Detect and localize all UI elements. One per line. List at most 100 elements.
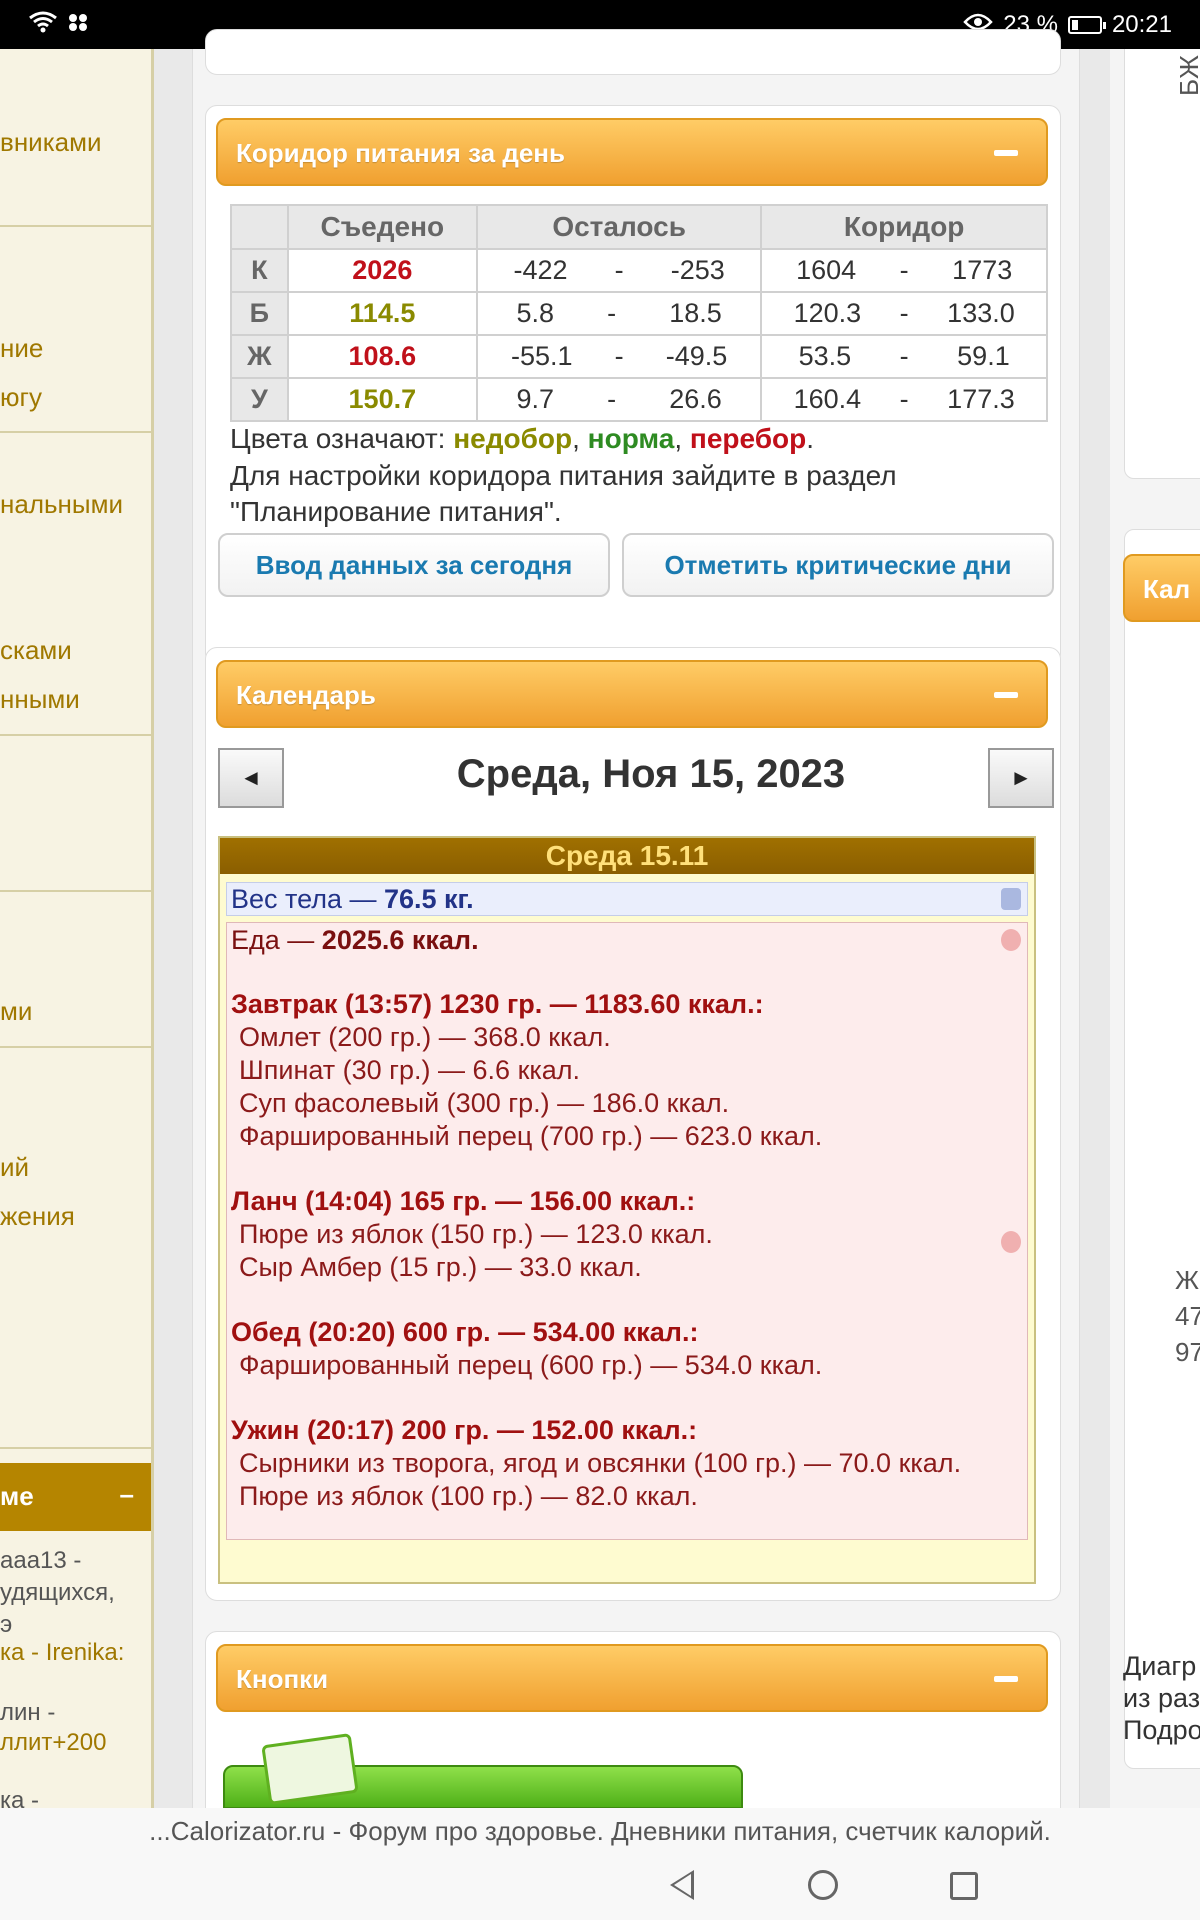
sidebar-link[interactable]: жения xyxy=(0,1201,75,1232)
right-column: БЖ Кал Жи 47. 97 Диагр из раз Подро xyxy=(1110,49,1200,1809)
sidebar-link[interactable]: ние xyxy=(0,333,43,364)
calendar-panel-header[interactable]: Календарь xyxy=(216,660,1048,728)
eaten-value: 114.5 xyxy=(286,291,478,336)
sidebar-link[interactable]: югу xyxy=(0,382,42,413)
corridor-panel: Коридор питания за день Съедено Осталось… xyxy=(205,105,1061,665)
mark-critical-days-button[interactable]: Отметить критические дни xyxy=(622,533,1054,597)
collapse-icon[interactable] xyxy=(994,1676,1018,1682)
meal-item: Пюре из яблок (150 гр.) — 123.0 ккал. xyxy=(239,1219,713,1249)
feed-item[interactable]: ка - Irenika: xyxy=(0,1639,124,1667)
next-day-button[interactable]: ► xyxy=(988,748,1054,808)
table-header: Коридор xyxy=(760,204,1048,250)
sidebar-section-title: ме xyxy=(0,1481,34,1511)
apple-icon[interactable] xyxy=(1001,1231,1021,1253)
remaining-range: 5.8 - 18.5 xyxy=(475,291,763,336)
vertical-label: БЖ xyxy=(1174,54,1200,97)
food-total: 2025.6 ккал. xyxy=(321,925,479,955)
recent-apps-icon[interactable] xyxy=(950,1872,978,1900)
corridor-min: 160.4 xyxy=(793,384,862,414)
color-legend: Цвета означают: недобор, норма, перебор. xyxy=(230,423,814,455)
remaining-range: -422 - -253 xyxy=(475,248,763,293)
collapse-icon[interactable]: – xyxy=(120,1479,134,1510)
sidebar-link[interactable]: ий xyxy=(0,1152,29,1183)
system-nav-bar xyxy=(0,1860,1200,1920)
corridor-table: Съедено Осталось Коридор К 2026 -422 - -253 1… xyxy=(230,204,1048,422)
food-log: Еда — 2025.6 ккал. Завтрак (13:57) 1230 … xyxy=(226,922,1028,1540)
meal-item: Фаршированный перец (700 гр.) — 623.0 кк… xyxy=(239,1121,823,1151)
table-header xyxy=(230,204,289,250)
sidebar-link[interactable]: ми xyxy=(0,996,32,1027)
panel-title: Кнопки xyxy=(236,1664,329,1694)
corridor-min: 120.3 xyxy=(793,298,862,328)
diary-button[interactable] xyxy=(223,1733,743,1809)
weight-value: 76.5 кг. xyxy=(383,884,474,914)
wifi-icon xyxy=(28,10,58,41)
right-panel-header[interactable]: Кал xyxy=(1123,554,1200,622)
right-card: Кал Жи 47. 97 Диагр из раз Подро xyxy=(1123,529,1200,1769)
back-icon[interactable] xyxy=(670,1870,694,1900)
scale-icon[interactable] xyxy=(1001,888,1021,910)
meal-item: Фаршированный перец (600 гр.) — 534.0 кк… xyxy=(239,1350,823,1380)
home-icon[interactable] xyxy=(808,1870,838,1900)
range-dash: - xyxy=(614,255,624,285)
corridor-range: 53.5 - 59.1 xyxy=(760,334,1048,379)
corridor-range: 160.4 - 177.3 xyxy=(760,377,1048,422)
meal-header[interactable]: Завтрак (13:57) 1230 гр. — 1183.60 ккал.… xyxy=(231,989,764,1020)
divider xyxy=(0,734,151,736)
sidebar-link[interactable]: вниками xyxy=(0,127,102,158)
legend-comma: , xyxy=(674,423,690,454)
sidebar-link[interactable]: сками xyxy=(0,635,72,666)
battery-icon xyxy=(1067,16,1106,34)
table-header-row: Съедено Осталось Коридор xyxy=(230,204,1048,250)
legend-under: недобор xyxy=(453,423,573,454)
range-dash: - xyxy=(614,341,624,371)
previous-panel-stub xyxy=(205,29,1061,75)
right-text[interactable]: Подро xyxy=(1123,1714,1200,1746)
feed-item[interactable]: лин - xyxy=(0,1699,55,1727)
remaining-min: 5.8 xyxy=(516,298,554,328)
enter-today-data-button[interactable]: Ввод данных за сегодня xyxy=(218,533,610,597)
app-notification-icon xyxy=(66,10,90,41)
divider xyxy=(0,890,151,892)
feed-item[interactable]: ааа13 - xyxy=(0,1547,81,1575)
meal-header[interactable]: Ужин (20:17) 200 гр. — 152.00 ккал.: xyxy=(231,1415,697,1446)
day-label[interactable]: Среда 15.11 xyxy=(220,838,1034,874)
weight-label: Вес тела — xyxy=(231,884,384,914)
corridor-note: Для настройки коридора питания зайдите в… xyxy=(230,458,1030,530)
apple-icon[interactable] xyxy=(1001,929,1021,951)
divider xyxy=(0,225,151,227)
note-line: "Планирование питания". xyxy=(230,496,562,527)
panel-title: Коридор питания за день xyxy=(236,138,565,168)
prev-day-button[interactable]: ◄ xyxy=(218,748,284,808)
status-left xyxy=(28,10,90,41)
sidebar-link[interactable]: нными xyxy=(0,684,80,715)
buttons-panel-header[interactable]: Кнопки xyxy=(216,1644,1048,1712)
corridor-range: 1604 - 1773 xyxy=(760,248,1048,293)
right-text: 47. xyxy=(1175,1301,1200,1331)
legend-period: . xyxy=(806,423,814,454)
panel-title: Календарь xyxy=(236,680,376,710)
legend-comma: , xyxy=(572,423,588,454)
meal-header[interactable]: Ланч (14:04) 165 гр. — 156.00 ккал.: xyxy=(231,1186,695,1217)
range-dash: - xyxy=(607,384,617,414)
sidebar-link[interactable]: нальными xyxy=(0,489,123,520)
collapse-icon[interactable] xyxy=(994,692,1018,698)
collapse-icon[interactable] xyxy=(994,150,1018,156)
calendar-date: Среда, Ноя 15, 2023 xyxy=(456,752,846,796)
remaining-min: 9.7 xyxy=(516,384,554,414)
note-line: Для настройки коридора питания зайдите в… xyxy=(230,460,897,491)
weight-row[interactable]: Вес тела — 76.5 кг. xyxy=(226,882,1028,916)
remaining-range: 9.7 - 26.6 xyxy=(475,377,763,422)
battery-fill xyxy=(1071,20,1078,30)
corridor-panel-header[interactable]: Коридор питания за день xyxy=(216,118,1048,186)
meal-header[interactable]: Обед (20:20) 600 гр. — 534.00 ккал.: xyxy=(231,1317,698,1348)
day-entry: Среда 15.11 Вес тела — 76.5 кг. Еда — 20… xyxy=(218,836,1036,1584)
feed-item: удящихся, xyxy=(0,1579,115,1606)
divider xyxy=(0,1447,151,1449)
feed-item[interactable]: ка - xyxy=(0,1787,39,1809)
right-text: Диагр xyxy=(1123,1651,1197,1681)
sidebar-section-header[interactable]: ме – xyxy=(0,1463,151,1531)
divider xyxy=(0,431,151,433)
table-row: К 2026 -422 - -253 1604 - 1773 xyxy=(230,248,1048,293)
eaten-value: 150.7 xyxy=(286,377,478,422)
